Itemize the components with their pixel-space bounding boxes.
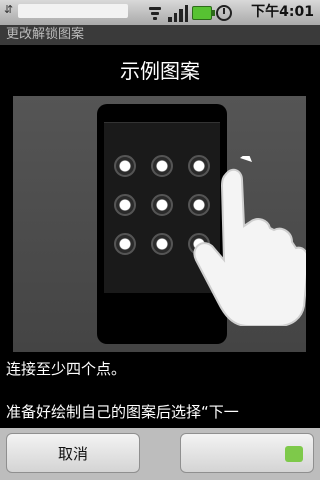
status-time: 下午4:01 [251, 4, 314, 20]
next-button[interactable] [180, 433, 314, 473]
wifi-icon [146, 4, 164, 22]
next-indicator-icon [285, 446, 303, 462]
cancel-button[interactable]: 取消 [6, 433, 140, 473]
pattern-dot [151, 155, 173, 177]
pattern-dot [114, 233, 136, 255]
battery-icon [192, 5, 215, 20]
signal-icon [168, 4, 188, 22]
page-heading: 示例图案 [120, 59, 200, 83]
pattern-dot [114, 194, 136, 216]
notification-area [18, 4, 128, 18]
pattern-dot [151, 233, 173, 255]
hand-pointer-icon [193, 156, 306, 326]
example-pattern-illustration [13, 96, 306, 352]
window-title: 更改解锁图案 [0, 25, 320, 45]
pattern-dot [114, 155, 136, 177]
instruction-line-1: 连接至少四个点。 [6, 360, 127, 378]
bottom-button-bar: 取消 [0, 428, 320, 480]
alarm-icon [216, 4, 232, 21]
status-bar: ⇵ 下午4:01 [0, 0, 320, 25]
usb-icon: ⇵ [4, 3, 14, 16]
instruction-line-2: 准备好绘制自己的图案后选择“下一 [6, 403, 239, 421]
pattern-dot [151, 194, 173, 216]
